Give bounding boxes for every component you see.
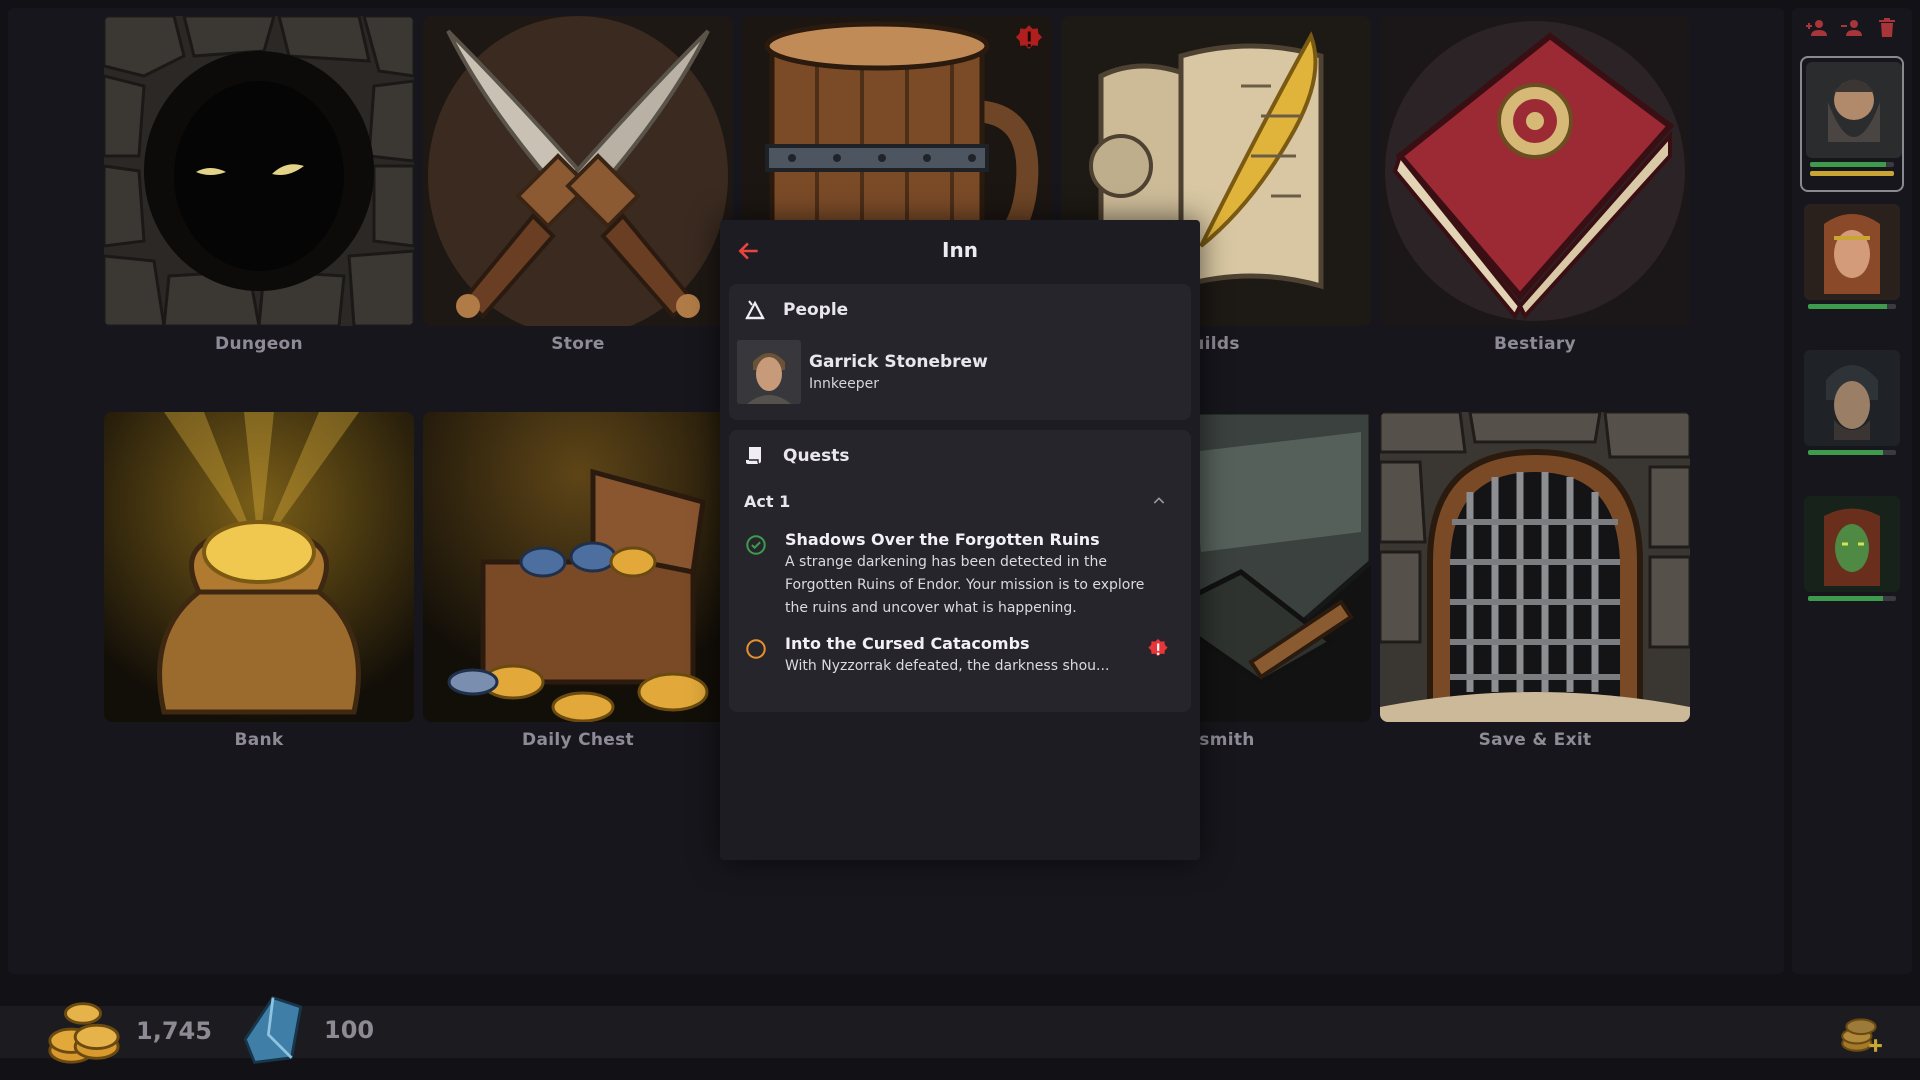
quest-title: Into the Cursed Catacombs: [785, 634, 1030, 653]
innkeeper-avatar: [737, 340, 801, 404]
people-header: People: [729, 284, 1191, 336]
gold-coins-icon: [48, 1002, 120, 1064]
dungeon-art: [104, 16, 414, 326]
resource-bar: [1810, 171, 1894, 176]
tile-label: Bestiary: [1494, 334, 1576, 354]
quests-header: Quests: [729, 430, 1191, 482]
quest-item[interactable]: Shadows Over the Forgotten Ruins A stran…: [729, 526, 1191, 626]
scroll-icon: [746, 447, 761, 465]
party-member-rogue[interactable]: [1800, 350, 1904, 455]
dialog-header: Inn: [720, 220, 1200, 280]
tile-dungeon[interactable]: Dungeon: [104, 16, 414, 354]
dwarf-portrait: [1806, 62, 1902, 158]
health-bar: [1808, 304, 1896, 309]
crossed-swords-art: [423, 16, 733, 326]
health-bar: [1808, 450, 1896, 455]
back-arrow-icon[interactable]: [736, 238, 762, 264]
tent-icon: [745, 300, 765, 320]
circle-icon: [746, 639, 766, 659]
health-bar: [1808, 596, 1896, 601]
remove-member-icon[interactable]: [1840, 16, 1864, 40]
party-member-dwarf[interactable]: [1800, 56, 1904, 192]
green-elf-portrait: [1804, 496, 1900, 592]
book-art: [1380, 16, 1690, 326]
tile-label: Dungeon: [215, 334, 303, 354]
rogue-portrait: [1804, 350, 1900, 446]
gate-art: [1380, 412, 1690, 722]
tile-label: Daily Chest: [522, 730, 634, 750]
quest-title: Shadows Over the Forgotten Ruins: [785, 530, 1100, 549]
alert-icon: [1015, 25, 1043, 49]
chevron-up-icon: [1153, 497, 1165, 504]
party-tools: [1800, 16, 1904, 40]
gold-sack-art: [104, 412, 414, 722]
gem-counter: 100: [236, 992, 374, 1068]
tile-label: Bank: [234, 730, 284, 750]
add-member-icon[interactable]: [1805, 16, 1829, 40]
inn-dialog: Inn People Garrick Stonebrew Innkeeper Q…: [720, 220, 1200, 860]
people-section: People Garrick Stonebrew Innkeeper: [729, 284, 1191, 420]
dialog-title: Inn: [942, 238, 978, 262]
health-bar: [1810, 162, 1894, 167]
elf-warrior-portrait: [1804, 204, 1900, 300]
game-screen: Dungeon Store uilds Bestiary Bank Daily …: [0, 0, 1920, 1080]
party-member-elf-warrior[interactable]: [1800, 204, 1904, 309]
gold-amount: 1,745: [136, 1017, 212, 1045]
party-member-green-elf[interactable]: [1800, 496, 1904, 601]
act-label: Act 1: [744, 491, 791, 511]
quest-item[interactable]: Into the Cursed Catacombs With Nyzzorrak…: [729, 630, 1191, 684]
tile-store[interactable]: Store: [423, 16, 733, 354]
chest-art: [423, 412, 733, 722]
quests-heading: Quests: [783, 446, 850, 466]
gold-counter: 1,745: [44, 992, 212, 1070]
tile-daily-chest[interactable]: Daily Chest: [423, 412, 733, 750]
people-heading: People: [783, 300, 849, 320]
person-row[interactable]: Garrick Stonebrew Innkeeper: [729, 336, 1191, 408]
check-circle-icon: [746, 535, 766, 555]
tile-label: Save & Exit: [1478, 730, 1592, 750]
tile-label: Store: [551, 334, 605, 354]
trash-icon[interactable]: [1875, 16, 1899, 40]
quest-description: A strange darkening has been detected in…: [785, 554, 1145, 616]
quests-section: Quests Act 1 Shadows Over the Forgotten …: [729, 430, 1191, 712]
tile-bestiary[interactable]: Bestiary: [1380, 16, 1690, 354]
gem-amount: 100: [324, 1016, 375, 1044]
quest-description: With Nyzzorrak defeated, the darkness sh…: [785, 658, 1110, 674]
act-toggle[interactable]: Act 1: [729, 482, 1191, 520]
buy-gold-icon[interactable]: [1836, 1008, 1886, 1058]
tile-save-exit[interactable]: Save & Exit: [1380, 412, 1690, 750]
new-quest-alert-icon: [1148, 638, 1168, 657]
blue-gem-icon: [243, 995, 303, 1064]
person-name: Garrick Stonebrew: [809, 352, 988, 372]
tile-bank[interactable]: Bank: [104, 412, 414, 750]
person-role: Innkeeper: [809, 376, 879, 392]
